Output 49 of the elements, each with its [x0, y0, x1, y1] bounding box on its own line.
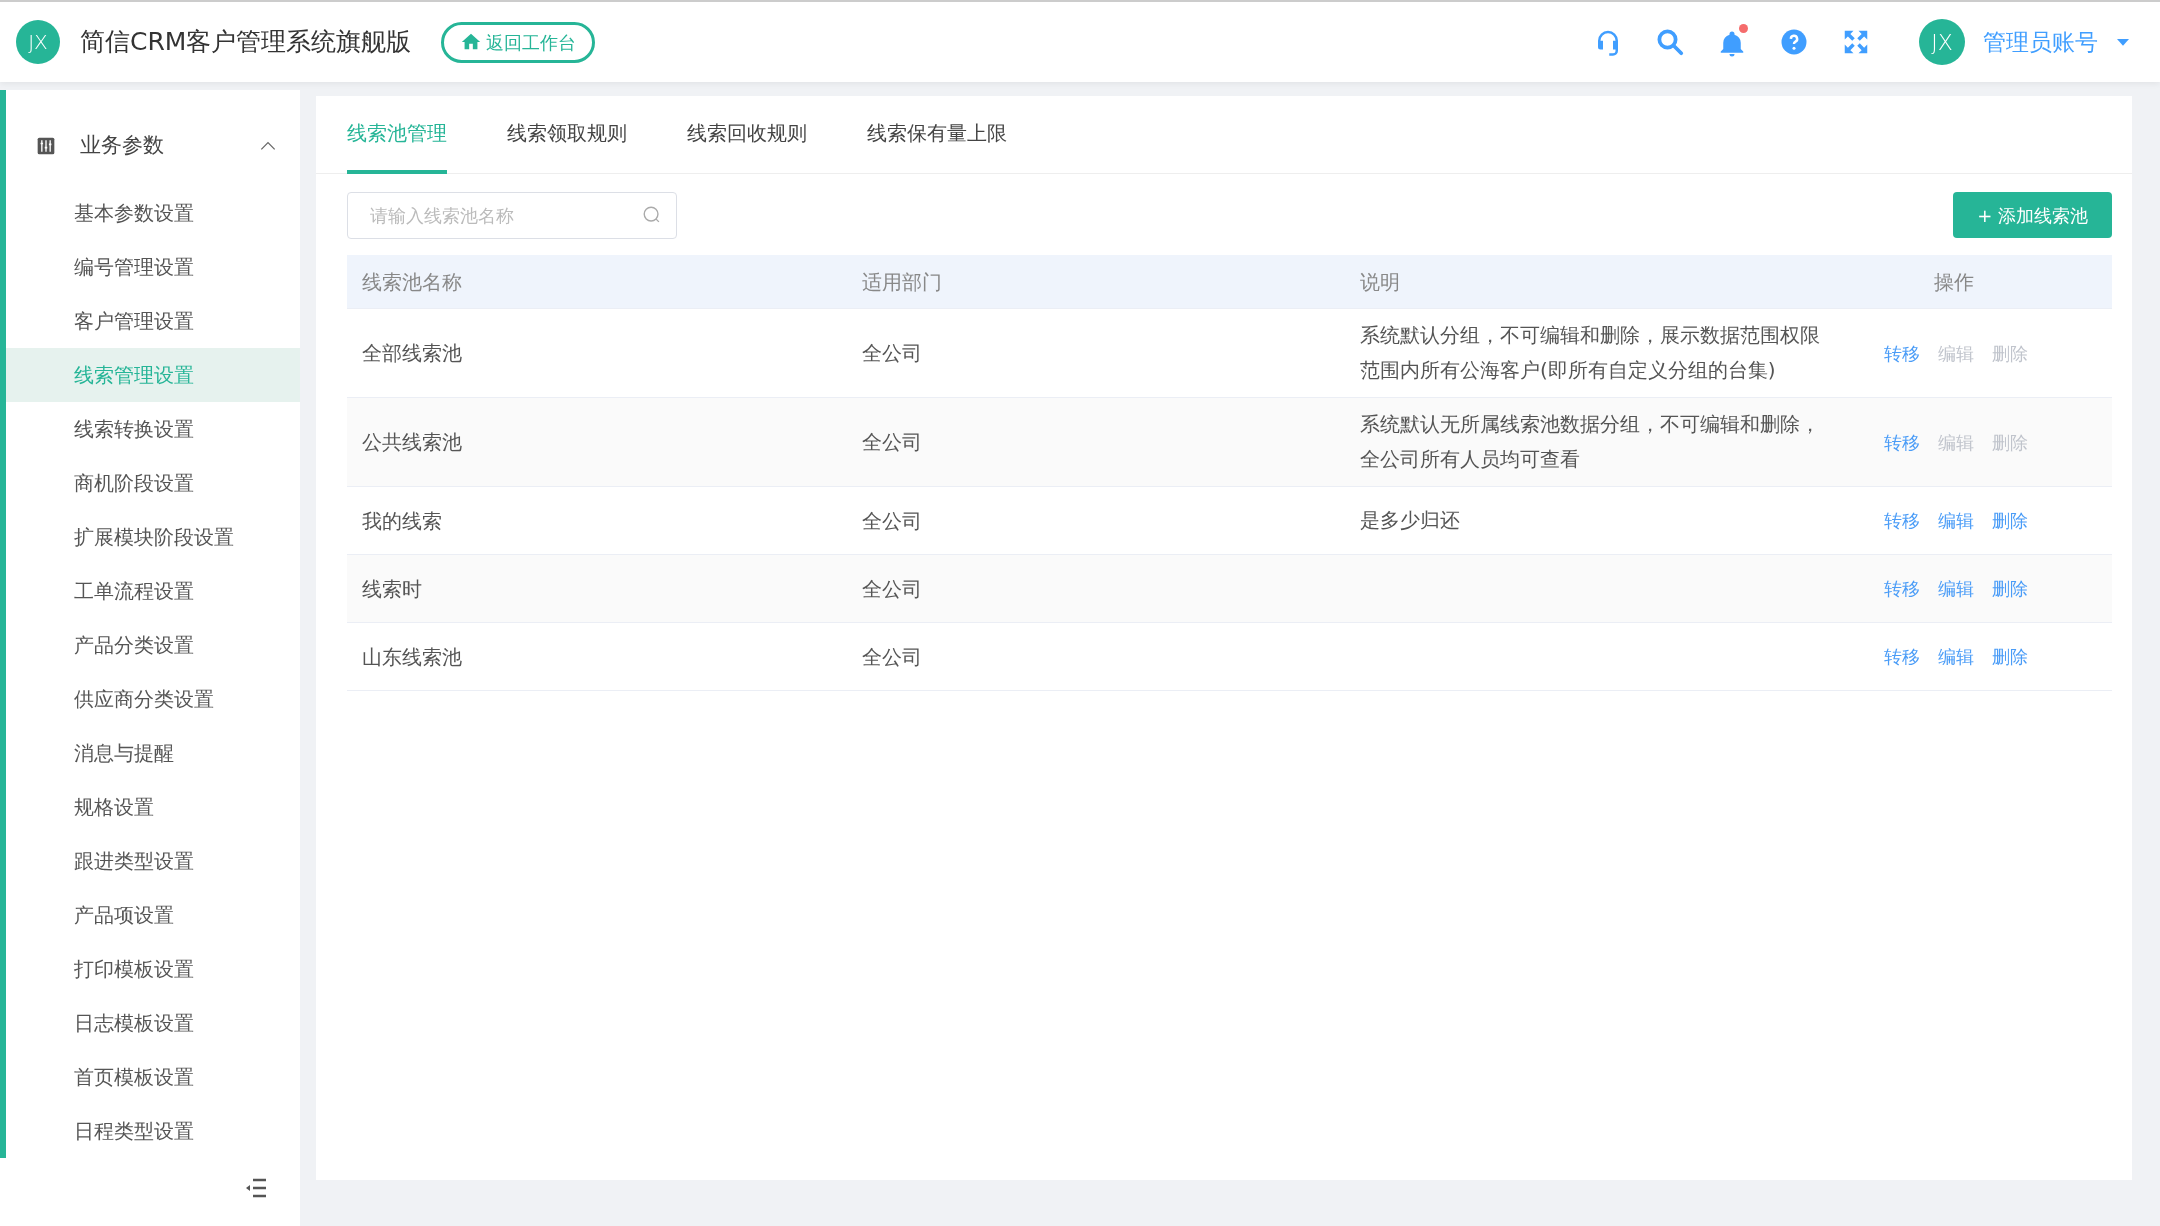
- table-cell-text: 我的线索: [361, 507, 443, 535]
- tab[interactable]: 线索回收规则: [687, 96, 807, 174]
- sidebar-item[interactable]: 打印模板设置: [6, 942, 300, 996]
- tab[interactable]: 线索保有量上限: [867, 96, 1007, 174]
- menu-group-header[interactable]: 业务参数: [6, 106, 300, 186]
- sidebar-item[interactable]: 规格设置: [6, 780, 300, 834]
- sidebar-item[interactable]: 编号管理设置: [6, 240, 300, 294]
- action-link: 删除: [1992, 341, 2028, 366]
- table-cell-text: 全公司: [861, 507, 923, 535]
- table-cell-text: 系统默认无所属线索池数据分组，不可编辑和删除，全公司所有人员均可查看: [1359, 411, 1821, 473]
- table-cell-text: 全公司: [861, 340, 923, 367]
- column-header: 适用部门: [861, 268, 943, 296]
- column-header: 线索池名称: [361, 268, 463, 296]
- table-cell-text: 公共线索池: [361, 429, 463, 456]
- sidebar-item[interactable]: 产品分类设置: [6, 618, 300, 672]
- action-link: 删除: [1992, 430, 2028, 455]
- column-header: 操作: [1932, 268, 1975, 296]
- table-cell-text: 山东线索池: [361, 643, 463, 671]
- app-title: 简信CRM客户管理系统旗舰版: [80, 26, 412, 59]
- search-icon[interactable]: [1655, 27, 1685, 57]
- action-link: 编辑: [1938, 430, 1974, 455]
- table-cell-text: 全公司: [861, 643, 923, 671]
- action-link: 编辑: [1938, 341, 1974, 366]
- sidebar-item[interactable]: 商机阶段设置: [6, 456, 300, 510]
- sidebar-item[interactable]: 跟进类型设置: [6, 834, 300, 888]
- sidebar-item[interactable]: 工单流程设置: [6, 564, 300, 618]
- table-cell-text: 全部线索池: [361, 340, 463, 367]
- table-cell-text: 全公司: [861, 575, 923, 603]
- user-avatar: JX: [1919, 19, 1965, 65]
- sidebar-item[interactable]: 日志模板设置: [6, 996, 300, 1050]
- sidebar-item[interactable]: 扩展模块阶段设置: [6, 510, 300, 564]
- sidebar-item[interactable]: 线索转换设置: [6, 402, 300, 456]
- tab[interactable]: 线索领取规则: [507, 96, 627, 174]
- column-header: 说明: [1359, 268, 1401, 296]
- sidebar-item[interactable]: 供应商分类设置: [6, 672, 300, 726]
- sidebar-item[interactable]: 消息与提醒: [6, 726, 300, 780]
- sidebar-item[interactable]: 日程类型设置: [6, 1104, 300, 1158]
- table-cell-text: 线索时: [361, 575, 423, 603]
- table-cell-text: 全公司: [861, 429, 923, 456]
- help-icon[interactable]: [1779, 27, 1809, 57]
- sidebar-item[interactable]: 产品项设置: [6, 888, 300, 942]
- table-cell-text: 系统默认分组，不可编辑和删除，展示数据范围权限范围内所有公海客户(即所有自定义分组的台集): [1359, 322, 1821, 384]
- logo: JX: [16, 20, 60, 64]
- sidebar-item[interactable]: 客户管理设置: [6, 294, 300, 348]
- table-cell-text: 是多少归还: [1359, 507, 1461, 534]
- sidebar-item[interactable]: 基本参数设置: [6, 186, 300, 240]
- sliders-icon: [36, 136, 56, 156]
- search-field[interactable]: 请输入线索池名称: [347, 192, 677, 239]
- sidebar-item[interactable]: 首页模板设置: [6, 1050, 300, 1104]
